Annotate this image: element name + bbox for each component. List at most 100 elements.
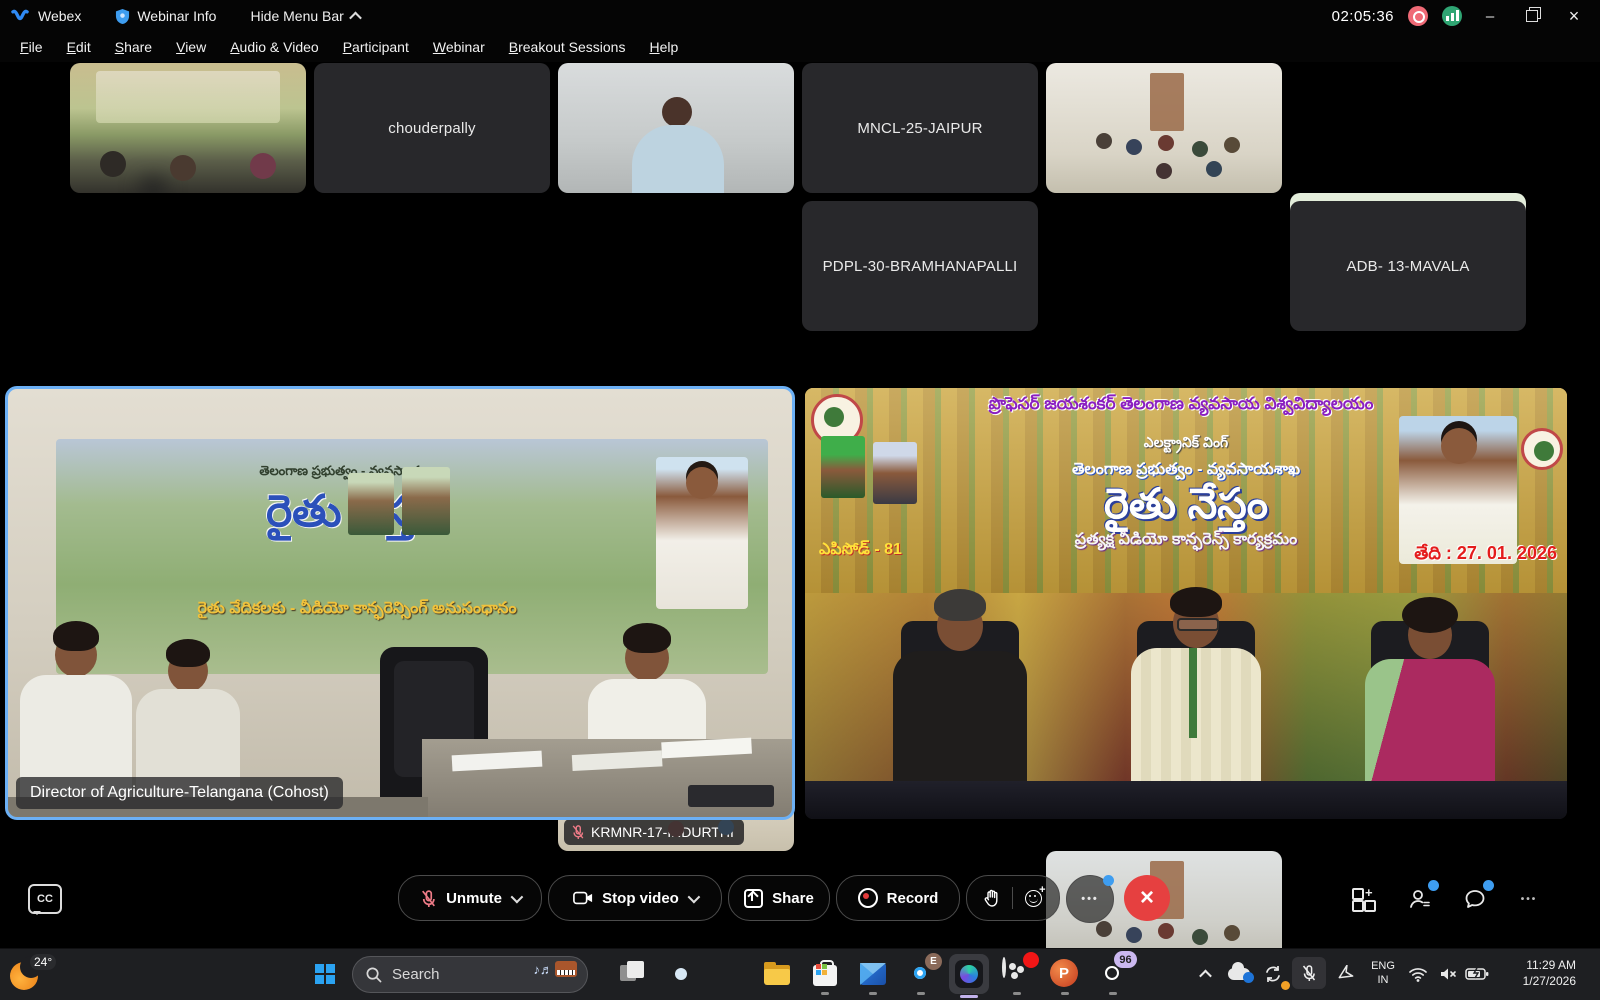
person-hair: [166, 639, 210, 667]
participant-tile-mncl-25-jaipur[interactable]: MNCL-25-JAIPUR: [802, 63, 1038, 193]
participant-tile-video-3[interactable]: [558, 63, 794, 193]
menu-audio-video[interactable]: Audio & Video: [218, 35, 330, 59]
chrome-icon: E: [906, 959, 936, 989]
menu-help[interactable]: Help: [637, 35, 690, 59]
task-view-icon: [618, 959, 648, 989]
obs-button[interactable]: [1000, 957, 1034, 991]
tray-time: 11:29 AM: [1526, 958, 1576, 974]
webex-logo-icon: [10, 6, 30, 26]
menu-breakout-sessions[interactable]: Breakout Sessions: [497, 35, 638, 59]
more-options-button[interactable]: •••: [1066, 875, 1114, 923]
raise-hand-icon[interactable]: [984, 889, 1000, 907]
person-body: [1131, 648, 1261, 783]
search-placeholder: Search: [392, 966, 440, 983]
notification-dot: [1428, 880, 1439, 891]
edge-browser-button[interactable]: [664, 957, 698, 991]
menu-edit[interactable]: Edit: [55, 35, 103, 59]
share-icon: [744, 889, 763, 908]
participant-name: ADB- 13-MAVALA: [1290, 201, 1526, 331]
outlook-icon: [858, 959, 888, 989]
onedrive-tray-button[interactable]: [1224, 958, 1254, 990]
running-indicator: [1013, 992, 1021, 995]
menu-view[interactable]: View: [164, 35, 218, 59]
powerpoint-icon: P: [1050, 959, 1080, 989]
clock-tray[interactable]: 11:29 AM 1/27/2026: [1506, 958, 1576, 990]
record-button[interactable]: Record: [836, 875, 960, 921]
microsoft-store-button[interactable]: [808, 957, 842, 991]
battery-icon: [1465, 967, 1489, 981]
outlook-button[interactable]: [856, 957, 890, 991]
reactions-smiley-icon[interactable]: +: [1025, 889, 1043, 907]
active-app-indicator: [960, 995, 978, 998]
panelist-figure: [893, 595, 1027, 783]
taskbar-search[interactable]: Search ♪♬: [352, 956, 588, 993]
restore-button[interactable]: [1518, 4, 1546, 28]
menu-file[interactable]: File: [8, 35, 55, 59]
microsoft-store-icon: [810, 959, 840, 989]
search-highlight-art[interactable]: ♪♬: [534, 961, 578, 977]
sync-tray-button[interactable]: [1258, 958, 1288, 990]
cloud-icon: [1228, 968, 1250, 980]
start-button[interactable]: [308, 957, 342, 991]
stage-video-director-of-agriculture[interactable]: తెలంగాణ ప్రభుత్వం - వ్యవసాయశాఖ రైతు నేస్…: [5, 386, 795, 820]
chat-panel-button[interactable]: [1460, 884, 1490, 914]
active-speaker-name-badge: Director of Agriculture-Telangana (Cohos…: [16, 777, 343, 809]
share-button[interactable]: Share: [728, 875, 830, 921]
obs-icon: [1002, 959, 1032, 989]
more-options-icon: •••: [1081, 893, 1099, 905]
hide-menu-bar-button[interactable]: Hide Menu Bar: [250, 8, 359, 24]
minimize-button[interactable]: –: [1476, 4, 1504, 28]
person-hair: [1170, 587, 1222, 617]
banner-episode-label: ఎపిసోడ్ - 81: [819, 540, 902, 562]
divider: [1012, 887, 1013, 909]
closed-captions-button[interactable]: CC: [28, 884, 62, 914]
stage-video-studio-panel[interactable]: ప్రొఫెసర్ జయశంకర్ తెలంగాణ వ్యవసాయ విశ్వవ…: [805, 388, 1567, 819]
muted-mic-icon: [1301, 964, 1317, 982]
powerpoint-button[interactable]: P: [1048, 957, 1082, 991]
person-hair: [934, 589, 986, 621]
music-notes-icon: ♪♬: [534, 962, 554, 977]
unmute-button[interactable]: Unmute: [398, 875, 542, 921]
weather-widget[interactable]: 24°: [8, 954, 64, 994]
participant-name: MNCL-25-JAIPUR: [802, 63, 1038, 193]
more-icon: •••: [1521, 894, 1538, 905]
whatsapp-icon: 96: [1098, 959, 1128, 989]
wifi-tray-button[interactable]: [1404, 958, 1432, 990]
webex-app-button[interactable]: [952, 957, 986, 991]
participant-tile-video-1[interactable]: [70, 63, 306, 193]
tray-overflow-button[interactable]: [1192, 958, 1218, 990]
battery-tray-button[interactable]: [1462, 958, 1492, 990]
menu-share[interactable]: Share: [103, 35, 164, 59]
language-indicator[interactable]: ENG IN: [1366, 958, 1400, 990]
chevron-down-icon[interactable]: [687, 890, 700, 903]
chrome-button[interactable]: E: [904, 957, 938, 991]
menu-participant[interactable]: Participant: [331, 35, 421, 59]
participant-tile-video-5[interactable]: [1046, 63, 1282, 193]
volume-muted-tray-button[interactable]: [1434, 958, 1462, 990]
menu-webinar[interactable]: Webinar: [421, 35, 497, 59]
participant-tile-chouderpally[interactable]: chouderpally: [314, 63, 550, 193]
mic-muted-tray-button[interactable]: [1292, 957, 1326, 989]
stop-video-button[interactable]: Stop video: [548, 875, 722, 921]
chat-bubble-icon: [1463, 887, 1487, 911]
participant-tile-pdpl-30-bramhanapalli[interactable]: PDPL-30-BRAMHANAPALLI: [802, 201, 1038, 331]
pen-tray-button[interactable]: [1332, 958, 1362, 990]
close-button[interactable]: ×: [1560, 4, 1588, 28]
layout-apps-button[interactable]: +: [1348, 884, 1378, 914]
copilot-button[interactable]: [712, 957, 746, 991]
participant-tile-adb-13-mavala[interactable]: ADB- 13-MAVALA: [1290, 201, 1526, 331]
more-panels-button[interactable]: •••: [1514, 884, 1544, 914]
file-explorer-button[interactable]: [760, 957, 794, 991]
chevron-down-icon[interactable]: [510, 890, 523, 903]
task-view-button[interactable]: [616, 957, 650, 991]
reactions-group: +: [966, 875, 1060, 921]
participant-name: KRMNR-17-INDURTHI: [591, 824, 734, 840]
title-bar: Webex Webinar Info Hide Menu Bar 02:05:3…: [0, 0, 1600, 32]
participants-panel-button[interactable]: [1405, 884, 1435, 914]
leave-meeting-button[interactable]: ×: [1124, 875, 1170, 921]
webinar-info-button[interactable]: Webinar Info: [115, 8, 216, 25]
smiley-plus: +: [1039, 884, 1045, 896]
recording-indicator-icon[interactable]: [1408, 6, 1428, 26]
connection-quality-icon[interactable]: [1442, 6, 1462, 26]
whatsapp-button[interactable]: 96: [1096, 957, 1130, 991]
